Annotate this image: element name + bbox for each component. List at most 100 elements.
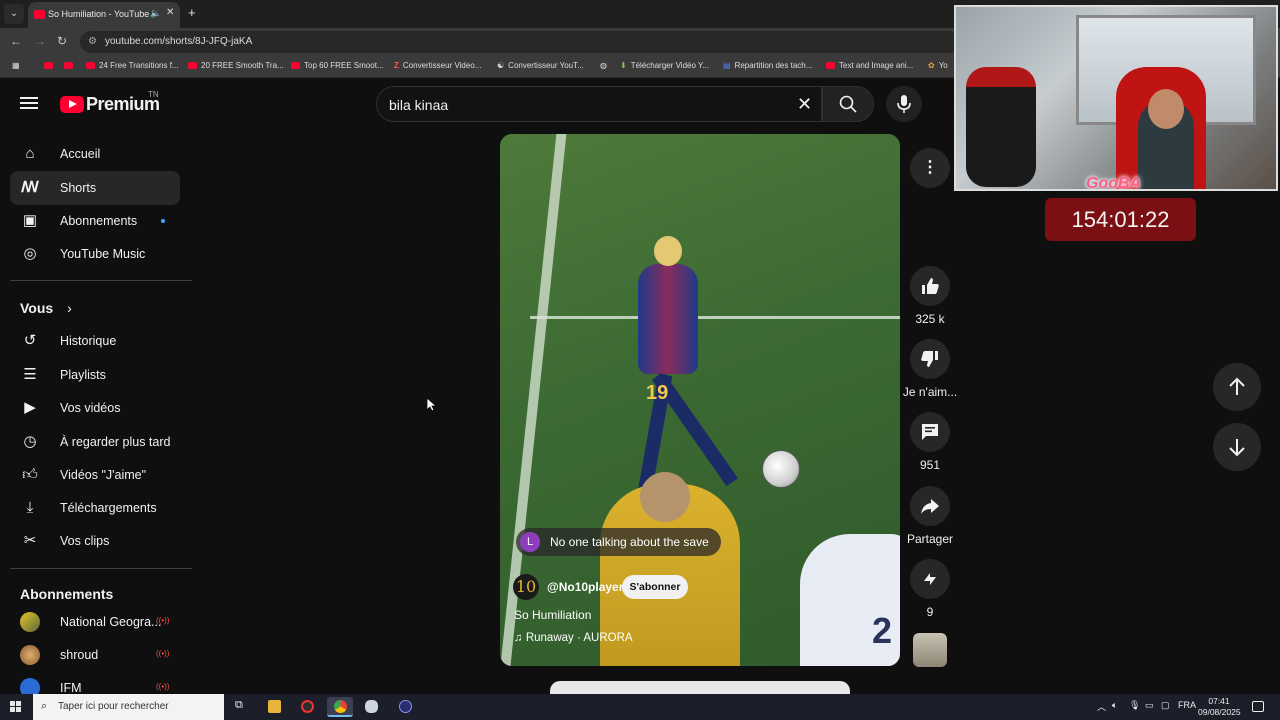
network-icon[interactable]: ▭	[1145, 700, 1154, 711]
sidebar-item-watch-later[interactable]: ◷ À regarder plus tard	[10, 425, 180, 459]
bookmark-item[interactable]: ⬇ Télécharger Vidéo Y...	[620, 61, 709, 70]
shorts-icon: ꟿ	[21, 179, 39, 196]
live-icon: ((•))	[156, 649, 170, 658]
music-link[interactable]: ♫ Runaway · AURORA	[514, 632, 633, 644]
sound-thumbnail[interactable]	[913, 633, 947, 667]
tab-close-icon[interactable]: ✕	[166, 7, 174, 18]
sidebar-item-home[interactable]: ⌂ Accueil	[10, 137, 180, 171]
language-indicator[interactable]: FRA	[1178, 700, 1196, 710]
chevron-right-icon: ›	[67, 300, 72, 316]
reload-icon[interactable]: ↻	[57, 34, 67, 48]
bookmark-item[interactable]: 24 Free Transitions f...	[86, 61, 179, 70]
avatar	[20, 612, 40, 632]
stream-timer: 154:01:22	[1045, 198, 1196, 241]
back-icon[interactable]: ←	[10, 34, 22, 48]
download-icon: ⤓	[26, 499, 34, 516]
sidebar-item-shorts[interactable]: ꟿ Shorts	[10, 171, 180, 205]
sidebar-item-history[interactable]: ↺ Historique	[10, 324, 180, 358]
notifications-icon[interactable]	[1252, 701, 1264, 712]
bookmark-item[interactable]: ✿ Yo	[928, 61, 948, 70]
bookmark-item[interactable]: ▤ Repartition des tach...	[723, 61, 812, 70]
sidebar-item-subscriptions[interactable]: ▣ Abonnements	[10, 204, 180, 238]
remix-button[interactable]	[910, 559, 950, 599]
search-icon: ⌕	[41, 700, 48, 712]
bookmark-youtube-1[interactable]	[44, 61, 57, 70]
voice-search-button[interactable]	[886, 86, 922, 122]
thumbs-down-icon	[921, 351, 938, 367]
chrome-icon[interactable]	[327, 697, 353, 717]
sidebar-item-liked-videos[interactable]: 👍︎ Vidéos "J'aime"	[10, 458, 180, 492]
live-icon: ((•))	[156, 682, 170, 691]
sidebar-item-your-videos[interactable]: ▶ Vos vidéos	[10, 391, 180, 425]
windows-start-icon[interactable]	[10, 701, 22, 713]
subscribe-button[interactable]: S'abonner	[622, 575, 688, 599]
watch-later-icon: ◷	[23, 433, 37, 450]
forward-icon[interactable]: →	[34, 34, 46, 48]
tab-audio-icon[interactable]: 🔈	[150, 8, 161, 19]
previous-short-button[interactable]	[1213, 363, 1261, 411]
bookmark-item[interactable]: Text and Image ani...	[826, 61, 913, 70]
your-videos-icon: ▶	[24, 399, 36, 416]
sidebar-item-playlists[interactable]: ☰ Playlists	[10, 358, 180, 392]
remix-icon	[924, 573, 936, 585]
menu-icon[interactable]	[20, 97, 38, 109]
file-explorer-icon[interactable]	[261, 697, 287, 717]
system-clock[interactable]: 07:41 09/08/2025	[1198, 696, 1241, 718]
share-label: Partager	[906, 532, 954, 546]
app-icon[interactable]	[294, 697, 320, 717]
task-view-icon[interactable]: ⧉	[228, 697, 254, 717]
share-button[interactable]	[910, 486, 950, 526]
channel-name[interactable]: @No10player	[547, 580, 623, 594]
pinned-comment-chip[interactable]: L No one talking about the save	[516, 528, 721, 556]
bookmark-item[interactable]: ☯ Convertisseur YouT...	[497, 61, 584, 70]
bookmark-youtube-2[interactable]	[64, 61, 77, 70]
volume-icon[interactable]: 🔈︎	[1112, 700, 1117, 711]
clear-search-icon[interactable]: ✕	[797, 94, 812, 115]
app-icon[interactable]	[358, 697, 384, 717]
football-player: 19	[628, 236, 739, 495]
comments-button[interactable]	[910, 412, 950, 452]
you-section-header[interactable]: Vous ›	[20, 300, 72, 316]
sidebar-item-youtube-music[interactable]: ◎ YouTube Music	[10, 237, 180, 271]
tab-search-button[interactable]: ⌄	[4, 4, 24, 24]
browser-tab[interactable]: So Humiliation - YouTube 🔈 ✕	[28, 2, 180, 28]
dislike-button[interactable]	[910, 339, 950, 379]
site-info-icon[interactable]: ⚙	[88, 36, 97, 47]
history-icon: ↺	[23, 332, 37, 349]
subscriptions-icon: ▣	[22, 212, 38, 229]
sidebar-channel[interactable]: IFM ((•))	[10, 671, 180, 694]
thumbs-up-icon: 👍︎	[22, 466, 38, 483]
more-options-button[interactable]: ⋮	[910, 148, 950, 188]
sidebar-item-downloads[interactable]: ⤓ Téléchargements	[10, 491, 180, 525]
search-query[interactable]: bila kinaa	[389, 97, 448, 113]
football	[762, 450, 800, 488]
bookmark-item[interactable]: Top 60 FREE Smoot...	[291, 61, 384, 70]
search-input[interactable]: bila kinaa ✕	[376, 86, 822, 122]
globe-icon[interactable]: ◍	[600, 61, 607, 70]
bookmark-item[interactable]: 20 FREE Smooth Tra...	[188, 61, 284, 70]
bookmark-item[interactable]: Z Convertisseur Video...	[394, 61, 481, 70]
search-icon	[839, 95, 857, 113]
sidebar-channel[interactable]: shroud ((•))	[10, 638, 180, 672]
youtube-premium-logo[interactable]: Premium TN	[60, 90, 160, 115]
sidebar-item-clips[interactable]: ✂ Vos clips	[10, 524, 180, 558]
gaming-chair	[966, 67, 1036, 187]
like-count: 325 k	[915, 312, 945, 326]
arrow-down-icon	[1229, 439, 1245, 457]
apps-icon[interactable]: ▦	[12, 61, 20, 70]
next-short-button[interactable]	[1213, 423, 1261, 471]
video-title[interactable]: So Humiliation	[514, 608, 591, 622]
channel-avatar[interactable]: 10	[513, 574, 539, 600]
microphone-icon[interactable]: 🎙︎	[1129, 700, 1140, 711]
address-bar[interactable]: ⚙ youtube.com/shorts/8J-JFQ-jaKA	[80, 31, 960, 53]
display-icon[interactable]: ▢	[1161, 700, 1170, 711]
media-player-icon[interactable]	[392, 697, 418, 717]
tray-overflow-icon[interactable]: ︿	[1097, 700, 1106, 713]
sidebar-channel[interactable]: National Geogra... ((•))	[10, 605, 180, 639]
next-short-preview	[550, 681, 850, 695]
like-button[interactable]	[910, 266, 950, 306]
taskbar-search-input[interactable]: ⌕ Taper ici pour rechercher	[33, 694, 224, 720]
search-button[interactable]	[822, 86, 874, 122]
new-tab-button[interactable]: +	[188, 5, 196, 20]
address-url[interactable]: youtube.com/shorts/8J-JFQ-jaKA	[105, 36, 252, 47]
